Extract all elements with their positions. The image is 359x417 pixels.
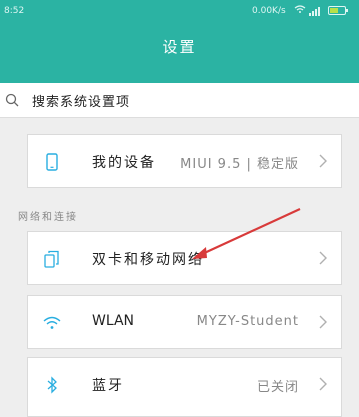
dual-sim-label: 双卡和移动网络 xyxy=(92,252,204,268)
chevron-right-icon xyxy=(319,377,327,391)
chevron-right-icon xyxy=(319,251,327,265)
search-icon xyxy=(5,93,19,107)
wifi-icon xyxy=(43,316,61,329)
wifi-status-icon xyxy=(294,5,306,13)
dual-sim-item[interactable]: 双卡和移动网络 xyxy=(27,231,342,285)
battery-icon xyxy=(328,6,348,15)
phone-icon xyxy=(46,153,58,171)
wlan-item[interactable]: WLAN MYZY-Student xyxy=(27,295,342,349)
status-time: 8:52 xyxy=(4,6,25,16)
bluetooth-label: 蓝牙 xyxy=(92,378,124,394)
bluetooth-item[interactable]: 蓝牙 已关闭 xyxy=(27,357,342,417)
search-input[interactable]: 搜索系统设置项 xyxy=(32,91,130,110)
network-speed: 0.00K/s xyxy=(252,6,286,16)
my-device-label: 我的设备 xyxy=(92,155,156,171)
bluetooth-icon xyxy=(47,376,57,394)
my-device-value: MIUI 9.5 | 稳定版 xyxy=(180,157,299,172)
app-header: 8:52 0.00K/s 设置 xyxy=(0,0,359,83)
bluetooth-value: 已关闭 xyxy=(256,380,299,395)
page-title: 设置 xyxy=(162,38,197,56)
wlan-value: MYZY-Student xyxy=(196,314,299,329)
wlan-label: WLAN xyxy=(92,313,135,329)
status-bar: 8:52 0.00K/s xyxy=(0,0,359,22)
chevron-right-icon xyxy=(319,315,327,329)
sim-card-icon xyxy=(44,250,59,268)
chevron-right-icon xyxy=(319,154,327,168)
my-device-item[interactable]: 我的设备 MIUI 9.5 | 稳定版 xyxy=(27,134,342,188)
search-bar[interactable]: 搜索系统设置项 xyxy=(0,83,359,118)
section-title-network: 网络和连接 xyxy=(18,212,78,223)
